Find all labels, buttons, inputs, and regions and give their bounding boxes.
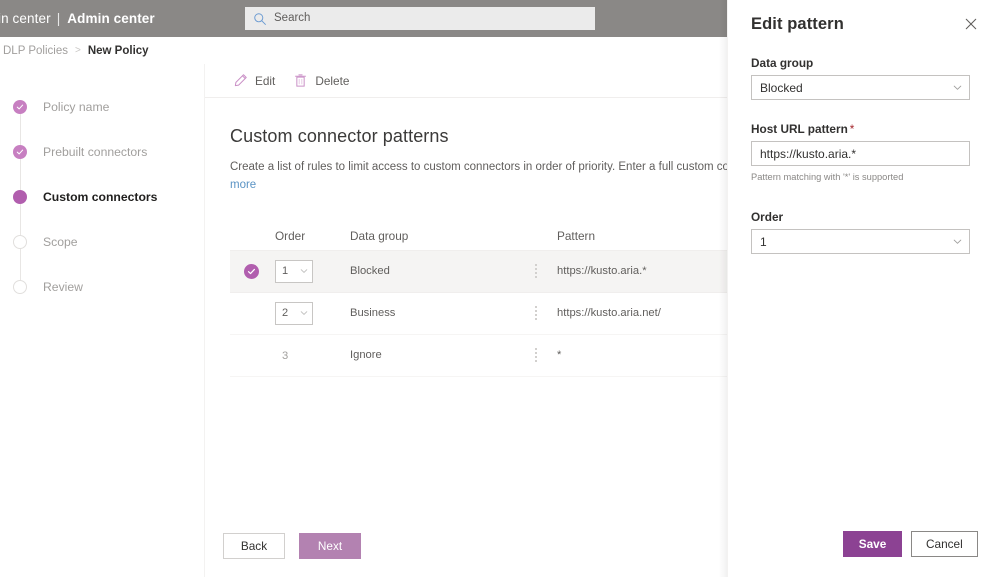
suite-brand-left: in center	[0, 11, 51, 26]
host-url-pattern-value: https://kusto.aria.*	[760, 146, 857, 161]
cancel-button[interactable]: Cancel	[911, 531, 978, 557]
row-divider	[515, 306, 557, 321]
vertical-dots-icon	[535, 348, 537, 363]
search-input[interactable]: Search	[245, 7, 595, 30]
order-label: Order	[751, 210, 784, 225]
panel-header: Edit pattern	[728, 0, 992, 48]
vertical-dots-icon	[535, 264, 537, 279]
delete-button[interactable]: Delete	[293, 73, 349, 88]
data-group-value: Blocked	[760, 80, 803, 95]
learn-more-link[interactable]: more	[230, 179, 256, 191]
data-group-field: Data group Blocked	[751, 56, 970, 100]
trash-icon	[295, 74, 307, 87]
page-description-text: Create a list of rules to limit access t…	[230, 161, 779, 173]
chevron-down-icon	[953, 239, 962, 244]
order-value: 1	[760, 234, 767, 249]
panel-shadow	[719, 0, 727, 577]
edit-button-label: Edit	[255, 73, 276, 88]
row-order-cell: 1	[272, 259, 350, 283]
row-data-group: Business	[350, 307, 396, 320]
order-dropdown-value: 1	[282, 265, 289, 278]
sidebar-item-scope[interactable]: Scope	[0, 219, 204, 264]
required-marker: *	[849, 122, 855, 136]
panel-body: Data group Blocked Host URL pattern * htt…	[728, 48, 992, 255]
sidebar-item-label: Prebuilt connectors	[43, 144, 148, 159]
step-status-pending-icon	[13, 279, 27, 294]
vertical-dots-icon	[535, 306, 537, 321]
sidebar-item-label: Custom connectors	[43, 189, 158, 204]
host-url-pattern-hint: Pattern matching with '*' is supported	[751, 172, 904, 182]
breadcrumb-item-dlp-policies[interactable]: DLP Policies	[3, 45, 68, 57]
host-url-pattern-field: Host URL pattern * https://kusto.aria.* P…	[751, 122, 970, 184]
host-url-pattern-input[interactable]: https://kusto.aria.*	[751, 141, 970, 166]
breadcrumb-separator: >	[75, 44, 81, 56]
check-icon	[243, 263, 259, 279]
table-header-data-group: Data group	[350, 229, 409, 244]
row-order-value: 3	[282, 350, 289, 363]
suite-brand: in center | Admin center	[0, 11, 155, 26]
order-dropdown[interactable]: 1	[275, 259, 313, 283]
panel-footer: Save Cancel	[728, 511, 992, 577]
panel-title: Edit pattern	[751, 14, 844, 33]
step-status-active-icon	[13, 189, 27, 204]
sidebar-item-custom-connectors[interactable]: Custom connectors	[0, 174, 204, 219]
order-dropdown[interactable]: 2	[275, 301, 313, 325]
sidebar-item-review[interactable]: Review	[0, 264, 204, 309]
row-divider	[515, 264, 557, 279]
step-status-done-icon	[13, 144, 27, 159]
search-placeholder: Search	[274, 11, 311, 24]
row-data-group: Blocked	[350, 265, 390, 278]
sidebar-item-prebuilt-connectors[interactable]: Prebuilt connectors	[0, 129, 204, 174]
chevron-down-icon	[300, 269, 308, 274]
order-dropdown-panel[interactable]: 1	[751, 229, 970, 255]
step-status-pending-icon	[13, 234, 27, 249]
close-icon[interactable]	[964, 17, 978, 31]
pencil-icon	[234, 74, 247, 87]
sidebar-item-label: Policy name	[43, 99, 110, 114]
chevron-down-icon	[300, 311, 308, 316]
suite-brand-separator: |	[56, 11, 61, 26]
data-group-label: Data group	[751, 56, 814, 70]
row-divider	[515, 348, 557, 363]
back-button[interactable]: Back	[223, 533, 285, 559]
order-field: Order 1	[751, 210, 970, 255]
row-select-checkbox[interactable]	[230, 263, 272, 279]
sidebar-item-policy-name[interactable]: Policy name	[0, 84, 204, 129]
breadcrumb-item-new-policy: New Policy	[87, 44, 149, 57]
chevron-down-icon	[953, 85, 962, 90]
step-status-done-icon	[13, 99, 27, 114]
next-button[interactable]: Next	[299, 533, 361, 559]
host-url-pattern-label-text: Host URL pattern	[751, 122, 848, 136]
row-order-cell: 3	[272, 346, 350, 364]
wizard-step-rail: Policy name Prebuilt connectors Custom c…	[0, 64, 205, 577]
save-button[interactable]: Save	[843, 531, 902, 557]
sidebar-item-label: Review	[43, 279, 83, 294]
row-data-group: Ignore	[350, 349, 382, 362]
table-header-order: Order	[275, 229, 306, 244]
search-icon	[254, 12, 266, 25]
data-group-dropdown[interactable]: Blocked	[751, 75, 970, 100]
suite-brand-right: Admin center	[67, 11, 155, 26]
sidebar-item-label: Scope	[43, 234, 78, 249]
edit-button[interactable]: Edit	[233, 73, 275, 88]
edit-pattern-panel: Edit pattern Data group Blocked Host URL…	[727, 0, 992, 577]
row-order-cell: 2	[272, 301, 350, 325]
delete-button-label: Delete	[315, 73, 350, 88]
order-dropdown-value: 2	[282, 307, 289, 320]
host-url-pattern-label: Host URL pattern *	[751, 122, 969, 136]
